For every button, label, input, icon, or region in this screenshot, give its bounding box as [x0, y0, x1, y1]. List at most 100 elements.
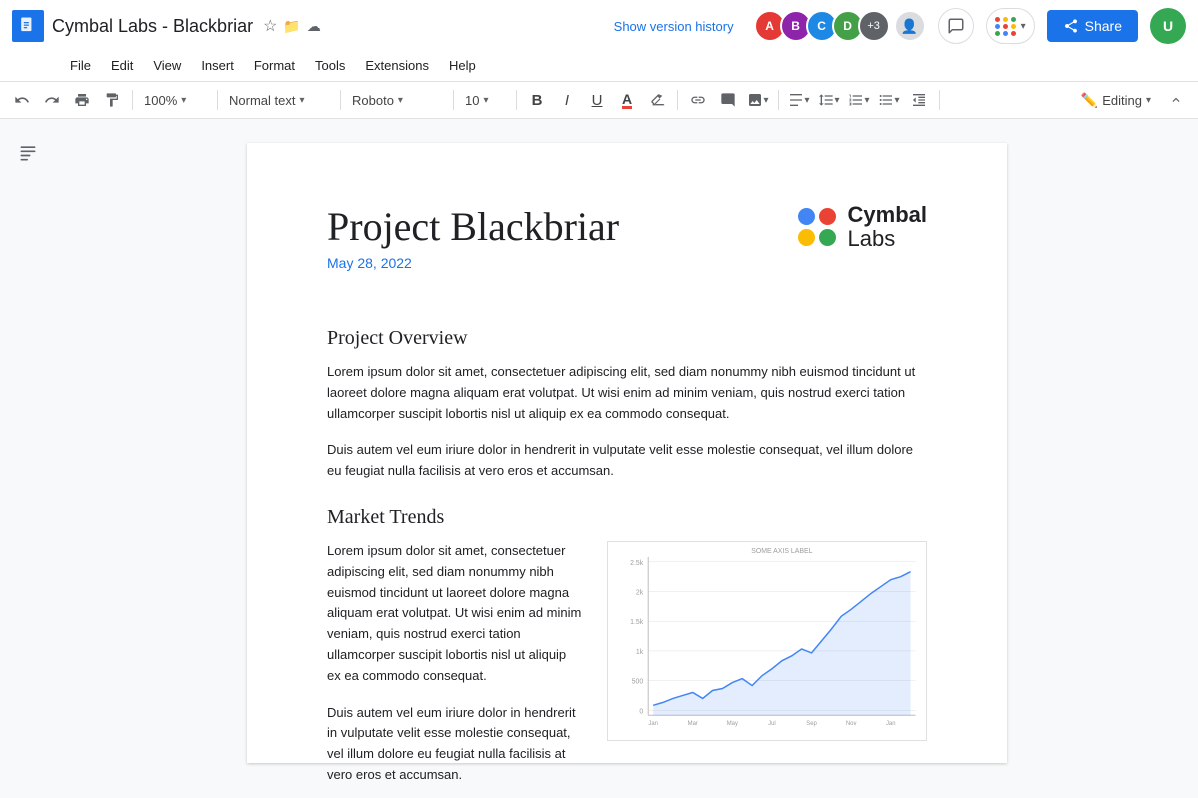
divider-4: [453, 90, 454, 110]
google-apps-button[interactable]: ▾: [986, 8, 1035, 44]
svg-text:Nov: Nov: [846, 721, 857, 727]
header-right: Show version history A B C D +3 👤: [614, 8, 1186, 44]
menu-view[interactable]: View: [143, 54, 191, 77]
star-icon[interactable]: ☆: [263, 16, 277, 36]
zoom-selector[interactable]: 100% ▾: [139, 86, 211, 114]
comment-inline-button[interactable]: [714, 86, 742, 114]
unordered-list-button[interactable]: ▾: [875, 86, 903, 114]
indent-decrease-button[interactable]: [905, 86, 933, 114]
font-size-selector[interactable]: 10 ▾: [460, 86, 510, 114]
section-heading-overview: Project Overview: [327, 327, 927, 350]
zoom-caret: ▾: [181, 95, 186, 106]
comment-button[interactable]: [938, 8, 974, 44]
document-date: May 28, 2022: [327, 255, 619, 271]
divider-1: [132, 90, 133, 110]
expand-button[interactable]: [1162, 86, 1190, 114]
market-chart-container: 0 500 1k 1.5k 2k 2.5k SOME AXIS LABEL: [607, 541, 927, 746]
title-row: Cymbal Labs - Blackbriar ☆ 📁 ☁ Show vers…: [0, 0, 1198, 52]
editing-mode-button[interactable]: ✏️ Editing ▾: [1072, 87, 1160, 114]
editing-caret: ▾: [1146, 95, 1151, 106]
menu-edit[interactable]: Edit: [101, 54, 143, 77]
logo-dot-red: [819, 208, 836, 225]
share-label: Share: [1085, 18, 1122, 34]
font-selector[interactable]: Roboto ▾: [347, 86, 447, 114]
menu-help[interactable]: Help: [439, 54, 486, 77]
font-size-value: 10: [465, 93, 479, 108]
line-spacing-button[interactable]: ▾: [815, 86, 843, 114]
market-trend-chart: 0 500 1k 1.5k 2k 2.5k SOME AXIS LABEL: [607, 541, 927, 741]
svg-text:2k: 2k: [636, 589, 644, 596]
apps-caret: ▾: [1021, 21, 1026, 32]
highlight-button[interactable]: [643, 86, 671, 114]
cloud-icon[interactable]: ☁: [307, 18, 321, 35]
svg-text:May: May: [727, 721, 738, 727]
document-page: Project Blackbriar May 28, 2022 Cymbal: [247, 143, 1007, 763]
logo-text-group: Cymbal Labs: [848, 203, 927, 251]
share-button[interactable]: Share: [1047, 10, 1138, 42]
toolbar: 100% ▾ Normal text ▾ Roboto ▾ 10 ▾ B I U: [0, 81, 1198, 118]
align-button[interactable]: ▾: [785, 86, 813, 114]
overview-paragraph-1: Lorem ipsum dolor sit amet, consectetuer…: [327, 362, 927, 424]
underline-button[interactable]: U: [583, 86, 611, 114]
zoom-value: 100%: [144, 93, 177, 108]
market-paragraph-2: Duis autem vel eum iriure dolor in hendr…: [327, 703, 583, 786]
style-selector[interactable]: Normal text ▾: [224, 86, 334, 114]
logo-sub-name: Labs: [848, 227, 927, 251]
user-avatar[interactable]: U: [1150, 8, 1186, 44]
svg-text:1k: 1k: [636, 649, 644, 656]
italic-button[interactable]: I: [553, 86, 581, 114]
app-icon[interactable]: [12, 10, 44, 42]
text-color-label: A: [622, 92, 632, 109]
print-button[interactable]: [68, 86, 96, 114]
document-area[interactable]: Project Blackbriar May 28, 2022 Cymbal: [56, 119, 1198, 787]
menu-tools[interactable]: Tools: [305, 54, 355, 77]
section-market-trends: Market Trends Lorem ipsum dolor sit amet…: [327, 506, 927, 787]
logo-dot-green: [819, 229, 836, 246]
outline-toggle-button[interactable]: [10, 135, 46, 171]
version-history-link[interactable]: Show version history: [614, 19, 734, 34]
anonymous-avatar: 👤: [894, 10, 926, 42]
title-icons: ☆ 📁 ☁: [263, 16, 321, 36]
style-caret: ▾: [299, 95, 304, 106]
size-caret: ▾: [483, 95, 488, 106]
svg-text:Jan: Jan: [648, 721, 658, 727]
market-content: Lorem ipsum dolor sit amet, consectetuer…: [327, 541, 927, 787]
doc-title-group: Project Blackbriar May 28, 2022: [327, 203, 619, 303]
menu-extensions[interactable]: Extensions: [355, 54, 439, 77]
folder-icon[interactable]: 📁: [283, 18, 300, 35]
main-area: Project Blackbriar May 28, 2022 Cymbal: [0, 119, 1198, 787]
svg-text:Jan: Jan: [886, 721, 896, 727]
divider-2: [217, 90, 218, 110]
spacing-caret: ▾: [834, 95, 839, 106]
editing-icon: ✏️: [1081, 92, 1098, 109]
svg-text:2.5k: 2.5k: [630, 560, 644, 567]
svg-text:Mar: Mar: [688, 721, 698, 727]
logo-dot-blue: [798, 208, 815, 225]
menu-file[interactable]: File: [60, 54, 101, 77]
section-project-overview: Project Overview Lorem ipsum dolor sit a…: [327, 327, 927, 482]
bold-button[interactable]: B: [523, 86, 551, 114]
left-panel: [0, 119, 56, 787]
menu-insert[interactable]: Insert: [191, 54, 244, 77]
collaborator-avatars: A B C D +3 👤: [754, 10, 926, 42]
link-button[interactable]: [684, 86, 712, 114]
avatar-count: +3: [858, 10, 890, 42]
company-logo: Cymbal Labs: [798, 203, 927, 251]
svg-text:1.5k: 1.5k: [630, 619, 644, 626]
menu-format[interactable]: Format: [244, 54, 305, 77]
paint-format-button[interactable]: [98, 86, 126, 114]
ordered-list-button[interactable]: ▾: [845, 86, 873, 114]
ordered-caret: ▾: [864, 95, 869, 106]
logo-dots: [798, 208, 838, 246]
svg-text:0: 0: [639, 708, 643, 715]
divider-7: [778, 90, 779, 110]
style-value: Normal text: [229, 93, 295, 108]
redo-button[interactable]: [38, 86, 66, 114]
image-button[interactable]: ▾: [744, 86, 772, 114]
section-heading-market: Market Trends: [327, 506, 927, 529]
top-bar: Cymbal Labs - Blackbriar ☆ 📁 ☁ Show vers…: [0, 0, 1198, 119]
text-color-button[interactable]: A: [613, 86, 641, 114]
undo-button[interactable]: [8, 86, 36, 114]
document-header: Project Blackbriar May 28, 2022 Cymbal: [327, 203, 927, 303]
overview-paragraph-2: Duis autem vel eum iriure dolor in hendr…: [327, 440, 927, 482]
